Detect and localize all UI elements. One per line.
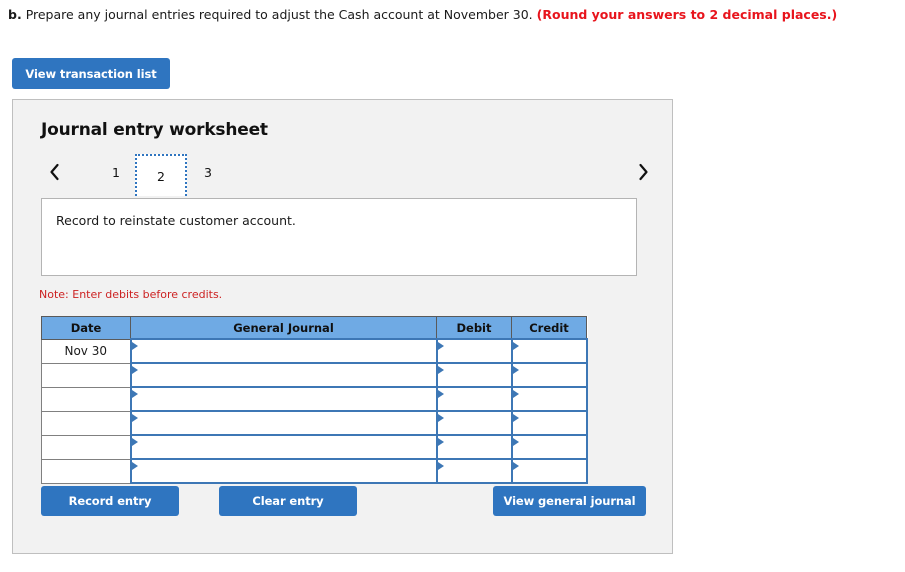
column-header-debit: Debit — [436, 316, 512, 340]
table-row — [41, 458, 588, 484]
dropdown-marker-icon — [437, 462, 444, 470]
dropdown-marker-icon — [437, 438, 444, 446]
date-cell[interactable] — [41, 410, 131, 436]
credit-input[interactable] — [510, 434, 588, 460]
general-journal-input[interactable] — [129, 434, 438, 460]
dropdown-marker-icon — [512, 438, 519, 446]
date-cell[interactable] — [41, 458, 131, 484]
journal-entry-table: Date General Journal Debit Credit Nov 30 — [41, 316, 588, 484]
date-cell[interactable] — [41, 362, 131, 388]
worksheet-title: Journal entry worksheet — [41, 120, 268, 140]
general-journal-input[interactable] — [129, 458, 438, 484]
credit-input[interactable] — [510, 338, 588, 364]
question-label: b. — [8, 7, 22, 22]
date-cell[interactable]: Nov 30 — [41, 338, 131, 364]
debit-input[interactable] — [435, 410, 513, 436]
dropdown-marker-icon — [512, 390, 519, 398]
pager-prev-button[interactable] — [41, 157, 67, 187]
dropdown-marker-icon — [131, 342, 138, 350]
table-row — [41, 362, 588, 388]
question-body: Prepare any journal entries required to … — [25, 7, 533, 22]
general-journal-input[interactable] — [129, 410, 438, 436]
date-cell[interactable] — [41, 434, 131, 460]
dropdown-marker-icon — [512, 414, 519, 422]
view-transaction-list-button[interactable]: View transaction list — [12, 58, 170, 89]
entry-description-box: Record to reinstate customer account. — [41, 198, 637, 276]
pager-page-1[interactable]: 1 — [101, 156, 131, 188]
table-row — [41, 410, 588, 436]
credit-input[interactable] — [510, 362, 588, 388]
chevron-right-icon — [637, 162, 650, 182]
dropdown-marker-icon — [437, 390, 444, 398]
dropdown-marker-icon — [131, 462, 138, 470]
general-journal-input[interactable] — [129, 386, 438, 412]
credit-input[interactable] — [510, 410, 588, 436]
dropdown-marker-icon — [437, 342, 444, 350]
dropdown-marker-icon — [437, 414, 444, 422]
general-journal-input[interactable] — [129, 362, 438, 388]
column-header-date: Date — [41, 316, 131, 340]
column-header-general-journal: General Journal — [130, 316, 437, 340]
question-rounding-note: (Round your answers to 2 decimal places.… — [536, 7, 838, 22]
record-entry-button[interactable]: Record entry — [41, 486, 179, 516]
clear-entry-button[interactable]: Clear entry — [219, 486, 357, 516]
column-header-credit: Credit — [511, 316, 587, 340]
dropdown-marker-icon — [512, 366, 519, 374]
debit-input[interactable] — [435, 434, 513, 460]
dropdown-marker-icon — [512, 462, 519, 470]
dropdown-marker-icon — [131, 414, 138, 422]
dropdown-marker-icon — [437, 366, 444, 374]
pager-page-2[interactable]: 2 — [135, 154, 187, 196]
debit-input[interactable] — [435, 362, 513, 388]
pager-page-3[interactable]: 3 — [193, 156, 223, 188]
table-row — [41, 386, 588, 412]
debit-input[interactable] — [435, 338, 513, 364]
worksheet-pager: 1 2 3 — [41, 154, 656, 196]
question-statement: b. Prepare any journal entries required … — [8, 6, 903, 24]
general-journal-input[interactable] — [129, 338, 438, 364]
entry-description-text: Record to reinstate customer account. — [56, 213, 296, 228]
dropdown-marker-icon — [512, 342, 519, 350]
debit-input[interactable] — [435, 458, 513, 484]
credit-input[interactable] — [510, 458, 588, 484]
view-general-journal-button[interactable]: View general journal — [493, 486, 646, 516]
pager-next-button[interactable] — [630, 157, 656, 187]
journal-entry-worksheet-panel: Journal entry worksheet 1 2 3 Record to … — [12, 99, 673, 554]
debit-input[interactable] — [435, 386, 513, 412]
table-header-row: Date General Journal Debit Credit — [41, 316, 587, 340]
dropdown-marker-icon — [131, 438, 138, 446]
credit-input[interactable] — [510, 386, 588, 412]
table-row: Nov 30 — [41, 338, 588, 364]
date-cell[interactable] — [41, 386, 131, 412]
dropdown-marker-icon — [131, 390, 138, 398]
dropdown-marker-icon — [131, 366, 138, 374]
table-row — [41, 434, 588, 460]
chevron-left-icon — [48, 162, 61, 182]
debits-before-credits-note: Note: Enter debits before credits. — [39, 288, 223, 301]
